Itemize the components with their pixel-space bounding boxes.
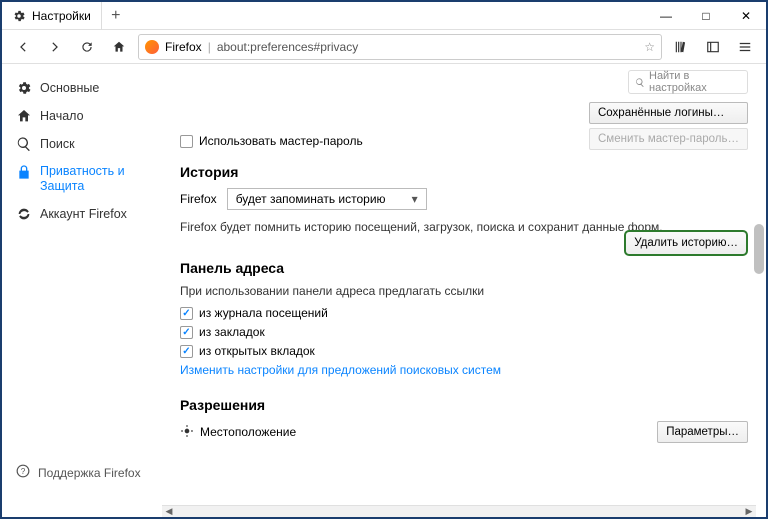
- maximize-button[interactable]: □: [686, 2, 726, 30]
- master-password-section: Использовать мастер-пароль История Firef…: [180, 134, 748, 443]
- change-master-password-button: Сменить мастер-пароль…: [589, 128, 748, 150]
- scroll-right-arrow[interactable]: ▶: [742, 506, 756, 517]
- gear-icon: [12, 9, 26, 23]
- toolbar: Firefox | about:preferences#privacy ☆: [2, 30, 766, 64]
- opt-label: из открытых вкладок: [199, 344, 315, 358]
- lock-icon: [16, 164, 32, 180]
- sidebar-item-label: Поиск: [40, 137, 75, 151]
- minimize-button[interactable]: —: [646, 2, 686, 30]
- history-mode-select[interactable]: будет запоминать историю: [227, 188, 427, 210]
- checkbox-icon[interactable]: [180, 135, 193, 148]
- sidebar-item-search[interactable]: Поиск: [2, 130, 162, 158]
- permissions-heading: Разрешения: [180, 397, 748, 413]
- addressbar-opt-bookmarks[interactable]: из закладок: [180, 325, 748, 339]
- forward-button[interactable]: [42, 34, 68, 60]
- sidebar-item-label: Аккаунт Firefox: [40, 207, 127, 221]
- addressbar-opt-history[interactable]: из журнала посещений: [180, 306, 748, 320]
- sidebar-toggle-button[interactable]: [700, 34, 726, 60]
- history-mode-row: Firefox будет запоминать историю: [180, 188, 748, 210]
- svg-text:?: ?: [21, 467, 26, 476]
- delete-history-button[interactable]: Удалить историю…: [624, 230, 748, 256]
- url-separator: |: [208, 40, 211, 54]
- firefox-icon: [145, 40, 159, 54]
- addressbar-description: При использовании панели адреса предлага…: [180, 284, 748, 298]
- sidebar-item-label: Приватность и Защита: [40, 164, 148, 194]
- back-button[interactable]: [10, 34, 36, 60]
- location-icon: [180, 424, 194, 441]
- reload-button[interactable]: [74, 34, 100, 60]
- search-engine-settings-link[interactable]: Изменить настройки для предложений поиск…: [180, 363, 748, 377]
- tab-title: Настройки: [32, 9, 91, 23]
- question-icon: ?: [16, 464, 30, 481]
- checkbox-icon[interactable]: [180, 307, 193, 320]
- opt-label: из закладок: [199, 325, 265, 339]
- gear-icon: [16, 80, 32, 96]
- menu-button[interactable]: [732, 34, 758, 60]
- permission-location-row: Местоположение Параметры…: [180, 421, 748, 443]
- history-firefox-label: Firefox: [180, 192, 217, 206]
- bookmark-star-icon[interactable]: ☆: [644, 40, 655, 54]
- history-heading: История: [180, 164, 748, 180]
- sidebar: Основные Начало Поиск Приватность и Защи…: [2, 64, 162, 505]
- checkbox-icon[interactable]: [180, 326, 193, 339]
- sidebar-item-home[interactable]: Начало: [2, 102, 162, 130]
- vertical-scrollbar[interactable]: [754, 64, 764, 505]
- support-link[interactable]: ? Поддержка Firefox: [2, 458, 155, 487]
- right-button-stack: Сохранённые логины… Сменить мастер-парол…: [589, 102, 748, 150]
- url-bar[interactable]: Firefox | about:preferences#privacy ☆: [138, 34, 662, 60]
- scrollbar-thumb[interactable]: [754, 224, 764, 274]
- titlebar: Настройки + — □ ✕: [2, 2, 766, 30]
- search-icon: [635, 77, 645, 88]
- browser-tab[interactable]: Настройки: [2, 2, 102, 30]
- saved-logins-button[interactable]: Сохранённые логины…: [589, 102, 748, 124]
- home-button[interactable]: [106, 34, 132, 60]
- sidebar-item-label: Начало: [40, 109, 84, 123]
- url-path: about:preferences#privacy: [217, 40, 358, 54]
- main-area: Основные Начало Поиск Приватность и Защи…: [2, 64, 766, 505]
- sidebar-item-label: Основные: [40, 81, 99, 95]
- url-prefix: Firefox: [165, 40, 202, 54]
- new-tab-button[interactable]: +: [102, 7, 130, 25]
- opt-label: из журнала посещений: [199, 306, 328, 320]
- support-label: Поддержка Firefox: [38, 466, 141, 480]
- addressbar-opt-opentabs[interactable]: из открытых вкладок: [180, 344, 748, 358]
- permission-location-label: Местоположение: [200, 425, 296, 439]
- window-controls: — □ ✕: [646, 2, 766, 30]
- master-password-label: Использовать мастер-пароль: [199, 134, 363, 148]
- home-icon: [16, 108, 32, 124]
- scrollbar-track[interactable]: [176, 506, 742, 518]
- horizontal-scrollbar[interactable]: ◀ ▶: [162, 505, 756, 517]
- sidebar-item-general[interactable]: Основные: [2, 74, 162, 102]
- location-params-button[interactable]: Параметры…: [657, 421, 748, 443]
- sidebar-item-account[interactable]: Аккаунт Firefox: [2, 200, 162, 228]
- sync-icon: [16, 206, 32, 222]
- search-icon: [16, 136, 32, 152]
- content-area: Найти в настройках Сохранённые логины… С…: [162, 64, 766, 505]
- settings-search[interactable]: Найти в настройках: [628, 70, 748, 94]
- library-button[interactable]: [668, 34, 694, 60]
- sidebar-item-privacy[interactable]: Приватность и Защита: [2, 158, 162, 200]
- addressbar-heading: Панель адреса: [180, 260, 748, 276]
- checkbox-icon[interactable]: [180, 345, 193, 358]
- search-placeholder: Найти в настройках: [649, 70, 741, 94]
- close-button[interactable]: ✕: [726, 2, 766, 30]
- scroll-left-arrow[interactable]: ◀: [162, 506, 176, 517]
